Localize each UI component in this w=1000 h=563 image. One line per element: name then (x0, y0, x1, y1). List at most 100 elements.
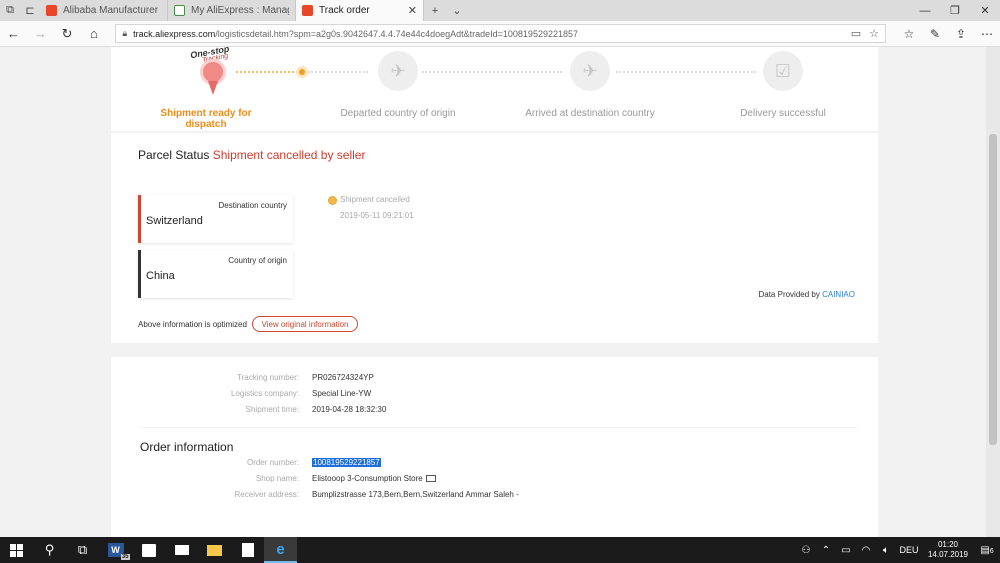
show-hidden-icons-icon[interactable]: ⌃ (816, 545, 836, 556)
step-label: Delivery successful (740, 108, 826, 119)
order-information-heading: Order information (140, 440, 234, 454)
shop-name-row: Shop name: Elistooop 3-Consumption Store (111, 474, 878, 486)
provider-link[interactable]: CAINIAO (822, 290, 855, 299)
close-window-icon[interactable]: ✕ (970, 0, 1000, 21)
tab-bar-spacer (468, 0, 910, 21)
parcel-status-heading: Parcel Status Shipment cancelled by sell… (138, 148, 365, 162)
browser-tab-bar: ⧉ ⊏ Alibaba Manufacturer Direc My AliExp… (0, 0, 1000, 21)
tab-alibaba[interactable]: Alibaba Manufacturer Direc (40, 0, 168, 21)
people-icon[interactable]: ⚇ (796, 545, 816, 556)
data-provider: Data Provided by CAINIAO (758, 290, 855, 299)
url-path: /logisticsdetail.htm?spm=a2g0s.9042647.4… (215, 28, 578, 39)
tab-label: My AliExpress : Manage Orc (191, 5, 289, 16)
destination-country-box: Destination country Switzerland (138, 195, 293, 243)
page-scrollbar[interactable] (986, 47, 1000, 537)
share-icon[interactable]: ⇪ (948, 21, 974, 47)
store-app-icon[interactable] (132, 537, 165, 563)
tracking-number-row: Tracking number: PR026724324YP (111, 373, 878, 385)
clock-time: 01:20 (937, 540, 959, 549)
tab-preview-icon[interactable]: ⧉ (0, 0, 20, 21)
close-tab-icon[interactable]: ✕ (408, 4, 417, 17)
origin-value: China (146, 270, 175, 282)
destination-caption: Destination country (218, 201, 287, 210)
order-number-row: Order number: 100819529221857 (111, 458, 878, 470)
volume-icon[interactable]: 🔈︎ (876, 545, 896, 556)
more-icon[interactable]: ⋯ (974, 21, 1000, 47)
receiver-address-label: Receiver address: (234, 490, 299, 499)
progress-line-pending (308, 71, 368, 73)
envelope-icon[interactable] (425, 475, 436, 482)
search-icon[interactable]: ⚲ (33, 537, 66, 563)
new-tab-icon[interactable]: + (424, 0, 446, 21)
start-button[interactable] (0, 537, 33, 563)
calculator-app-icon[interactable] (231, 537, 264, 563)
set-aside-tabs-icon[interactable]: ⊏ (20, 0, 40, 21)
system-tray: ⚇ ⌃ ▭ ◠ 🔈︎ DEU 01:20 14.07.2019 ▤6 (796, 540, 1000, 560)
tab-label: Alibaba Manufacturer Direc (63, 5, 161, 16)
pen-icon[interactable]: ✎ (922, 21, 948, 47)
edge-browser-icon[interactable]: e (264, 537, 297, 563)
battery-icon[interactable]: ▭ (836, 545, 856, 556)
restore-icon[interactable]: ❐ (940, 0, 970, 21)
optimized-note: Above information is optimized (138, 320, 247, 329)
address-bar: ← → ↻ ⌂ 🔒︎ track.aliexpress.com/logistic… (0, 21, 1000, 47)
forward-arrow-icon[interactable]: → (27, 21, 54, 47)
url-field[interactable]: 🔒︎ track.aliexpress.com/logisticsdetail.… (115, 24, 886, 43)
receiver-address-row: Receiver address: Bumplizstrasse 173,Ber… (111, 490, 878, 502)
star-icon[interactable]: ☆ (869, 27, 879, 40)
shipment-info-card: Tracking number: PR026724324YP Logistics… (111, 357, 878, 537)
chevron-down-icon[interactable]: ⌄ (446, 0, 468, 21)
aliexpress-icon (302, 5, 313, 16)
system-clock[interactable]: 01:20 14.07.2019 (922, 540, 974, 560)
tracking-number-label: Tracking number: (237, 373, 299, 382)
url-text: track.aliexpress.com/logisticsdetail.htm… (133, 29, 843, 39)
origin-country-box: Country of origin China (138, 250, 293, 298)
home-icon[interactable]: ⌂ (81, 21, 108, 47)
plane-arrival-icon: ✈ (570, 51, 610, 91)
shop-name-value-wrap: Elistooop 3-Consumption Store (312, 474, 436, 483)
tracking-progress: One-stop Tracking Shipment ready for dis… (111, 44, 878, 131)
shipment-time-row: Shipment time: 2019-04-28 18:32:30 (111, 405, 878, 417)
section-divider (140, 427, 857, 428)
order-number-value[interactable]: 100819529221857 (312, 458, 381, 467)
progress-line-pending (422, 71, 562, 73)
input-language[interactable]: DEU (896, 545, 922, 555)
scrollbar-thumb[interactable] (989, 134, 997, 445)
event-time: 2019-05-11 09:21:01 (340, 211, 414, 220)
reading-view-icon[interactable]: ▭ (851, 27, 861, 40)
step-label: Shipment ready for dispatch (160, 108, 252, 130)
mail-app-icon[interactable] (165, 537, 198, 563)
lock-icon: 🔒︎ (122, 28, 128, 38)
favorites-icon[interactable]: ☆ (896, 21, 922, 47)
plane-departure-icon: ✈ (378, 51, 418, 91)
page-icon (174, 5, 185, 16)
task-view-icon[interactable]: ⧉ (66, 537, 99, 563)
windows-taskbar: ⚲ ⧉ W 35 e ⚇ ⌃ ▭ ◠ 🔈︎ DEU 01:20 14.07.201… (0, 537, 1000, 563)
logistics-company-row: Logistics company: Special Line-YW (111, 389, 878, 401)
windows-logo-icon (10, 543, 23, 557)
back-arrow-icon[interactable]: ← (0, 21, 27, 47)
file-explorer-icon[interactable] (198, 537, 231, 563)
provider-prefix: Data Provided by (758, 290, 820, 299)
wifi-icon[interactable]: ◠ (856, 545, 876, 556)
progress-line-pending (616, 71, 756, 73)
minimize-icon[interactable]: — (910, 0, 940, 21)
parcel-status-card: Parcel Status Shipment cancelled by sell… (111, 133, 878, 343)
url-host: track.aliexpress.com (133, 28, 216, 39)
order-number-label: Order number: (246, 458, 299, 467)
progress-line-done (236, 71, 298, 73)
event-text: Shipment cancelled (340, 195, 410, 204)
origin-caption: Country of origin (228, 256, 287, 265)
tab-track-order[interactable]: Track order ✕ (296, 0, 424, 21)
receiver-address-value: Bumplizstrasse 173,Bern,Bern,Switzerland… (312, 490, 519, 499)
word-app-icon[interactable]: W 35 (99, 537, 132, 563)
toolbar-right: ☆ ✎ ⇪ ⋯ (896, 21, 1000, 47)
view-original-button[interactable]: View original information (252, 316, 358, 332)
notifications-icon[interactable]: ▤6 (974, 545, 1000, 556)
parcel-status-value: Shipment cancelled by seller (212, 148, 366, 162)
tab-my-aliexpress[interactable]: My AliExpress : Manage Orc (168, 0, 296, 21)
shop-name-label: Shop name: (255, 474, 299, 483)
refresh-icon[interactable]: ↻ (54, 21, 81, 47)
shop-name-value[interactable]: Elistooop 3-Consumption Store (312, 474, 423, 483)
one-stop-tracking-icon: One-stop Tracking (186, 44, 236, 97)
